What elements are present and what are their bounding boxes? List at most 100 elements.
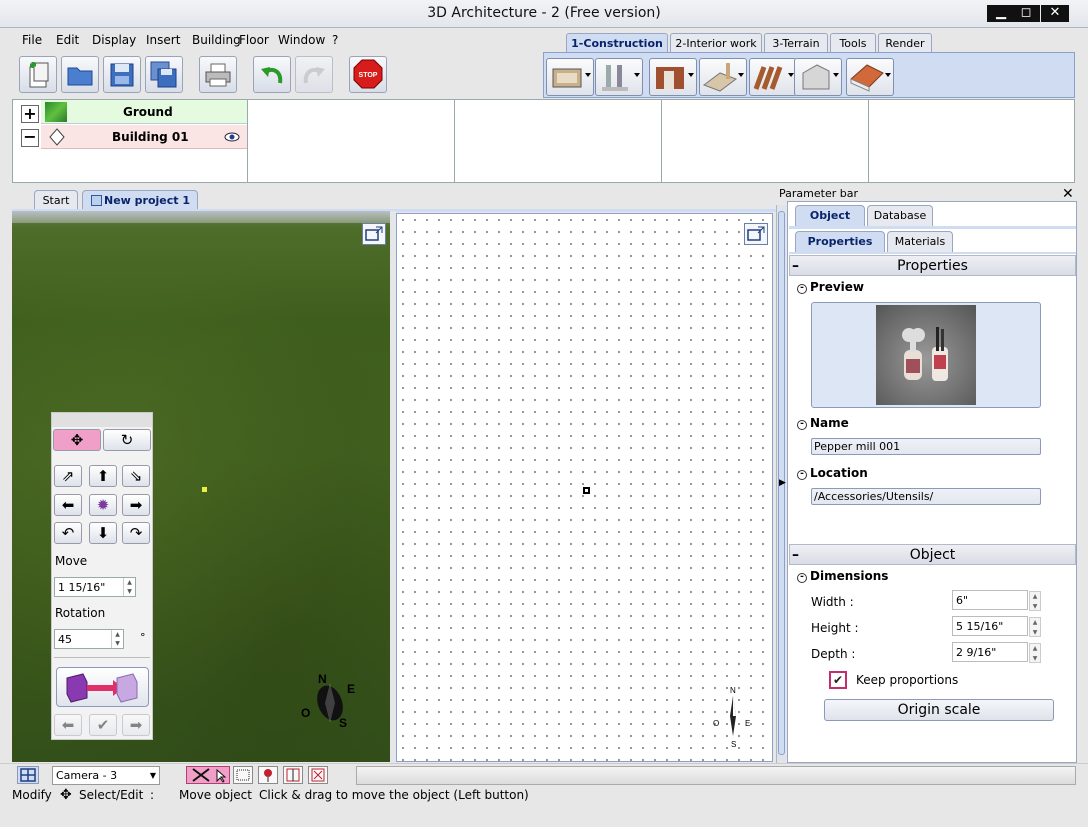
floor-slot xyxy=(454,100,661,182)
menu-building[interactable]: Building xyxy=(192,33,241,47)
move-up-left-button[interactable]: ⇗ xyxy=(54,465,82,487)
close-button[interactable]: ✕ xyxy=(1041,5,1069,22)
dimensions-label[interactable]: - Dimensions xyxy=(797,569,888,583)
plane-up-icon: ⇗ xyxy=(61,467,75,485)
menu-edit[interactable]: Edit xyxy=(56,33,79,47)
menu-floor[interactable]: Floor xyxy=(239,33,269,47)
arrow-right-icon: ➡ xyxy=(129,496,143,514)
doors-tool-button[interactable] xyxy=(649,58,697,96)
collapse-arrow-icon[interactable]: ▶ xyxy=(779,478,786,488)
camera-select[interactable]: Camera - 3 ▼ xyxy=(52,766,160,785)
move-left-button[interactable]: ⬅ xyxy=(54,494,82,516)
stop-button[interactable]: STOP xyxy=(349,56,387,93)
center-button[interactable]: ✹ xyxy=(89,494,117,516)
name-label[interactable]: - Name xyxy=(797,416,849,430)
rotation-step-field[interactable] xyxy=(55,630,105,648)
maximize-button[interactable]: ◻ xyxy=(1012,5,1040,22)
selected-object-plan-marker[interactable] xyxy=(583,487,590,494)
floor-row-ground[interactable]: Ground xyxy=(41,100,247,124)
grid-snap-button[interactable] xyxy=(233,766,253,784)
spinner-arrows-icon[interactable]: ▲ ▼ xyxy=(1029,617,1041,637)
origin-scale-button[interactable]: Origin scale xyxy=(824,699,1054,721)
roof-tool-button[interactable] xyxy=(846,58,894,96)
add-floor-button[interactable]: + xyxy=(21,105,39,123)
location-label[interactable]: - Location xyxy=(797,466,868,480)
undo-button[interactable] xyxy=(253,56,291,93)
validate-button[interactable]: ✔ xyxy=(89,714,117,736)
wall-snap-button[interactable] xyxy=(283,766,303,784)
roof-openings-button[interactable] xyxy=(794,58,842,96)
select-tool-button[interactable] xyxy=(186,766,230,784)
menu-file[interactable]: File xyxy=(22,33,42,47)
menu-display[interactable]: Display xyxy=(92,33,136,47)
maximize-view-button[interactable] xyxy=(744,223,768,245)
preview-label[interactable]: - Preview xyxy=(797,280,864,294)
columns-tool-button[interactable] xyxy=(595,58,643,96)
keep-proportions-checkbox[interactable]: ✔ xyxy=(829,671,847,689)
move-mode-button[interactable]: ✥ xyxy=(53,429,101,451)
tab-render[interactable]: Render xyxy=(878,33,932,53)
menu-window[interactable]: Window xyxy=(278,33,325,47)
rotate-mode-button[interactable]: ↻ xyxy=(103,429,151,451)
stairs-tool-button[interactable] xyxy=(749,58,797,96)
turn-right-button[interactable]: ↷ xyxy=(122,522,150,544)
move-forward-button[interactable]: ⬆ xyxy=(89,465,117,487)
new-project-button[interactable] xyxy=(19,56,57,93)
close-param-bar-button[interactable]: ✕ xyxy=(1062,186,1074,202)
floor-slab-icon xyxy=(702,63,738,92)
spinner-arrows-icon[interactable]: ▲ ▼ xyxy=(1029,591,1041,611)
move-right-button[interactable]: ➡ xyxy=(122,494,150,516)
selected-object-marker[interactable] xyxy=(202,487,207,492)
tab-interior-work[interactable]: 2-Interior work xyxy=(670,33,762,53)
tab-terrain[interactable]: 3-Terrain xyxy=(764,33,828,53)
2d-plan-view[interactable]: N E O S xyxy=(396,213,773,762)
tab-database[interactable]: Database xyxy=(867,205,933,226)
rotation-step-input[interactable]: ▲▼ xyxy=(54,629,124,649)
spinner-arrows-icon[interactable]: ▲ ▼ xyxy=(123,578,135,596)
eye-icon[interactable] xyxy=(224,131,240,143)
tab-tools[interactable]: Tools xyxy=(830,33,876,53)
plane-down-icon: ⇘ xyxy=(129,467,143,485)
print-button[interactable] xyxy=(199,56,237,93)
floor-row-building[interactable]: Building 01 xyxy=(41,125,247,149)
save-as-button[interactable] xyxy=(145,56,183,93)
maximize-view-button[interactable] xyxy=(362,223,386,245)
next-button[interactable]: ➡ xyxy=(122,714,150,736)
object-name-field[interactable]: Pepper mill 001 xyxy=(811,438,1041,455)
redo-button[interactable] xyxy=(295,56,333,93)
menu-help[interactable]: ? xyxy=(332,33,338,47)
save-button[interactable] xyxy=(103,56,141,93)
width-input[interactable]: 6" ▲ ▼ xyxy=(952,590,1041,611)
object-section-header[interactable]: – Object xyxy=(789,544,1076,565)
open-button[interactable] xyxy=(61,56,99,93)
spinner-arrows-icon[interactable]: ▲ ▼ xyxy=(111,630,123,648)
remove-floor-button[interactable]: − xyxy=(21,129,39,147)
clear-selection-button[interactable] xyxy=(308,766,328,784)
depth-input[interactable]: 2 9/16" ▲ ▼ xyxy=(952,642,1041,663)
tab-object[interactable]: Object xyxy=(795,205,865,226)
transfer-object-button[interactable] xyxy=(56,667,149,707)
object-location-field[interactable]: /Accessories/Utensils/ xyxy=(811,488,1041,505)
tab-start[interactable]: Start xyxy=(34,190,78,211)
move-step-input[interactable]: ▲▼ xyxy=(54,577,136,597)
menu-insert[interactable]: Insert xyxy=(146,33,180,47)
floors-tool-button[interactable] xyxy=(699,58,747,96)
tab-materials[interactable]: Materials xyxy=(887,231,953,252)
walls-tool-button[interactable] xyxy=(546,58,594,96)
tab-new-project[interactable]: New project 1 xyxy=(82,190,198,211)
panel-header[interactable] xyxy=(52,413,152,427)
spinner-arrows-icon[interactable]: ▲ ▼ xyxy=(1029,643,1041,663)
move-up-right-button[interactable]: ⇘ xyxy=(122,465,150,487)
minimize-button[interactable]: ▁ xyxy=(987,5,1015,22)
move-back-button[interactable]: ⬇ xyxy=(89,522,117,544)
previous-button[interactable]: ⬅ xyxy=(54,714,82,736)
layout-button[interactable] xyxy=(17,766,39,784)
height-input[interactable]: 5 15/16" ▲ ▼ xyxy=(952,616,1041,637)
transfer-cube-icon xyxy=(66,673,138,703)
tab-construction[interactable]: 1-Construction xyxy=(566,33,668,54)
move-step-field[interactable] xyxy=(55,578,115,596)
turn-left-button[interactable]: ↶ xyxy=(54,522,82,544)
pin-button[interactable] xyxy=(258,766,278,784)
properties-section-header[interactable]: – Properties xyxy=(789,255,1076,276)
tab-properties[interactable]: Properties xyxy=(795,231,885,252)
